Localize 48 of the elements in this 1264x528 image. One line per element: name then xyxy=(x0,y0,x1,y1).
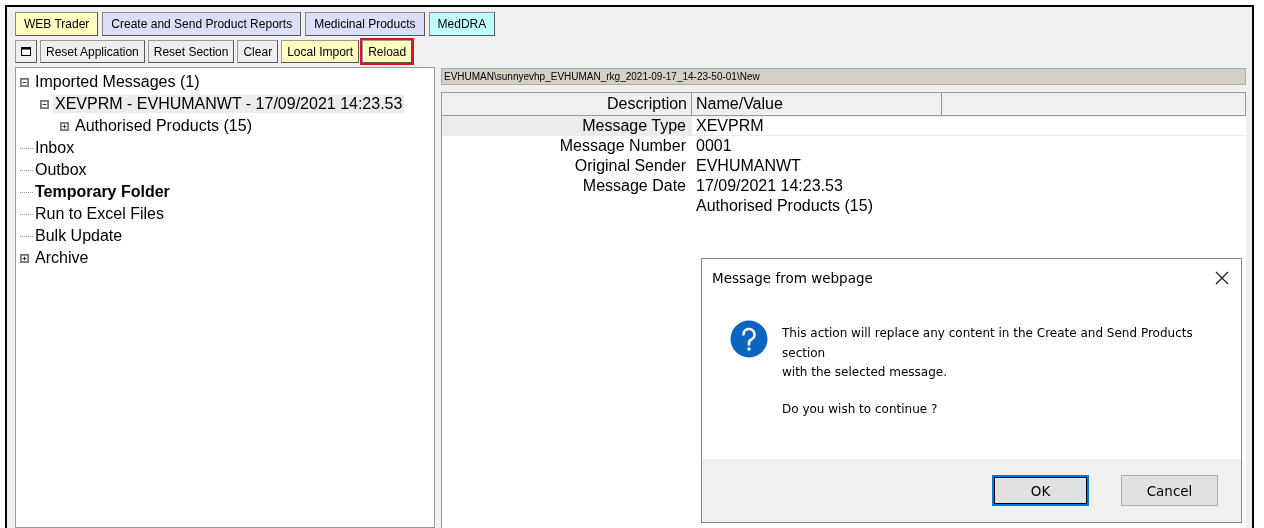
table-row[interactable]: Authorised Products (15) xyxy=(442,196,1246,216)
tree-item[interactable]: Authorised Products (15) xyxy=(73,117,254,135)
dialog-question: Do you wish to continue ? xyxy=(782,401,939,416)
tree-item[interactable]: Archive xyxy=(33,249,91,267)
tab[interactable]: Medicinal Products xyxy=(305,12,425,36)
table-row[interactable]: Message Number 0001 xyxy=(442,136,1246,156)
tree-item[interactable]: Bulk Update xyxy=(33,227,125,245)
column-header[interactable]: Name/Value xyxy=(692,93,942,115)
dialog-button[interactable]: OK xyxy=(992,475,1089,506)
tab[interactable]: Create and Send Product Reports xyxy=(102,12,302,36)
table-cell-text: EVHUMANWT xyxy=(695,157,802,175)
tab[interactable]: MedDRA xyxy=(428,12,496,36)
toolbar-button[interactable]: Clear xyxy=(237,40,279,63)
window-button[interactable] xyxy=(15,40,37,63)
dialog-title: Message from webpage xyxy=(712,270,873,286)
tree-item[interactable]: Outbox xyxy=(33,161,89,179)
tree-item[interactable]: Inbox xyxy=(33,139,77,157)
column-header[interactable]: Description xyxy=(442,93,692,115)
table-cell-text: Message Type xyxy=(581,117,687,135)
table-cell-text: Message Number xyxy=(558,137,687,155)
close-icon[interactable] xyxy=(1215,271,1229,285)
table-cell: XEVPRM xyxy=(692,117,1246,135)
toolbar-button[interactable]: Reset Application xyxy=(40,40,145,63)
tree-item[interactable]: Imported Messages (1) xyxy=(33,73,202,91)
table-row[interactable]: Message Type XEVPRM xyxy=(442,116,1246,136)
table-row[interactable]: Message Date 17/09/2021 14:23.53 xyxy=(442,176,1246,196)
table-cell-text: Message Date xyxy=(581,177,687,195)
question-icon xyxy=(730,320,768,358)
window-icon xyxy=(21,47,31,56)
toolbar-button[interactable]: Reload xyxy=(362,40,413,63)
tree-item[interactable]: Run to Excel Files xyxy=(33,205,166,223)
toolbar-button[interactable]: Local Import xyxy=(281,40,360,63)
expand-icon[interactable] xyxy=(60,121,69,131)
tab[interactable]: WEB Trader xyxy=(15,12,99,36)
table-cell-text: Original Sender xyxy=(573,157,687,175)
table-cell-text: 0001 xyxy=(695,137,733,155)
tree-item[interactable]: Temporary Folder xyxy=(33,183,172,201)
expand-icon[interactable] xyxy=(20,253,29,263)
toolbar-button[interactable]: Reset Section xyxy=(147,40,235,63)
collapse-icon[interactable] xyxy=(40,99,49,109)
dialog-button[interactable]: Cancel xyxy=(1121,475,1218,506)
path-bar: EVHUMAN\sunnyevhp_EVHUMAN_rkg_2021-09-17_14-23-50-01\New xyxy=(441,68,1246,85)
table-cell-text: 17/09/2021 14:23.53 xyxy=(695,177,844,195)
dialog-message: with the selected message. xyxy=(782,364,948,381)
tree-item[interactable]: XEVPRM - EVHUMANWT - 17/09/2021 14:23.53 xyxy=(53,95,405,113)
table-row[interactable]: Original Sender EVHUMANWT xyxy=(442,156,1246,176)
table-cell-text: Authorised Products (15) xyxy=(695,197,874,215)
collapse-icon[interactable] xyxy=(20,77,29,87)
